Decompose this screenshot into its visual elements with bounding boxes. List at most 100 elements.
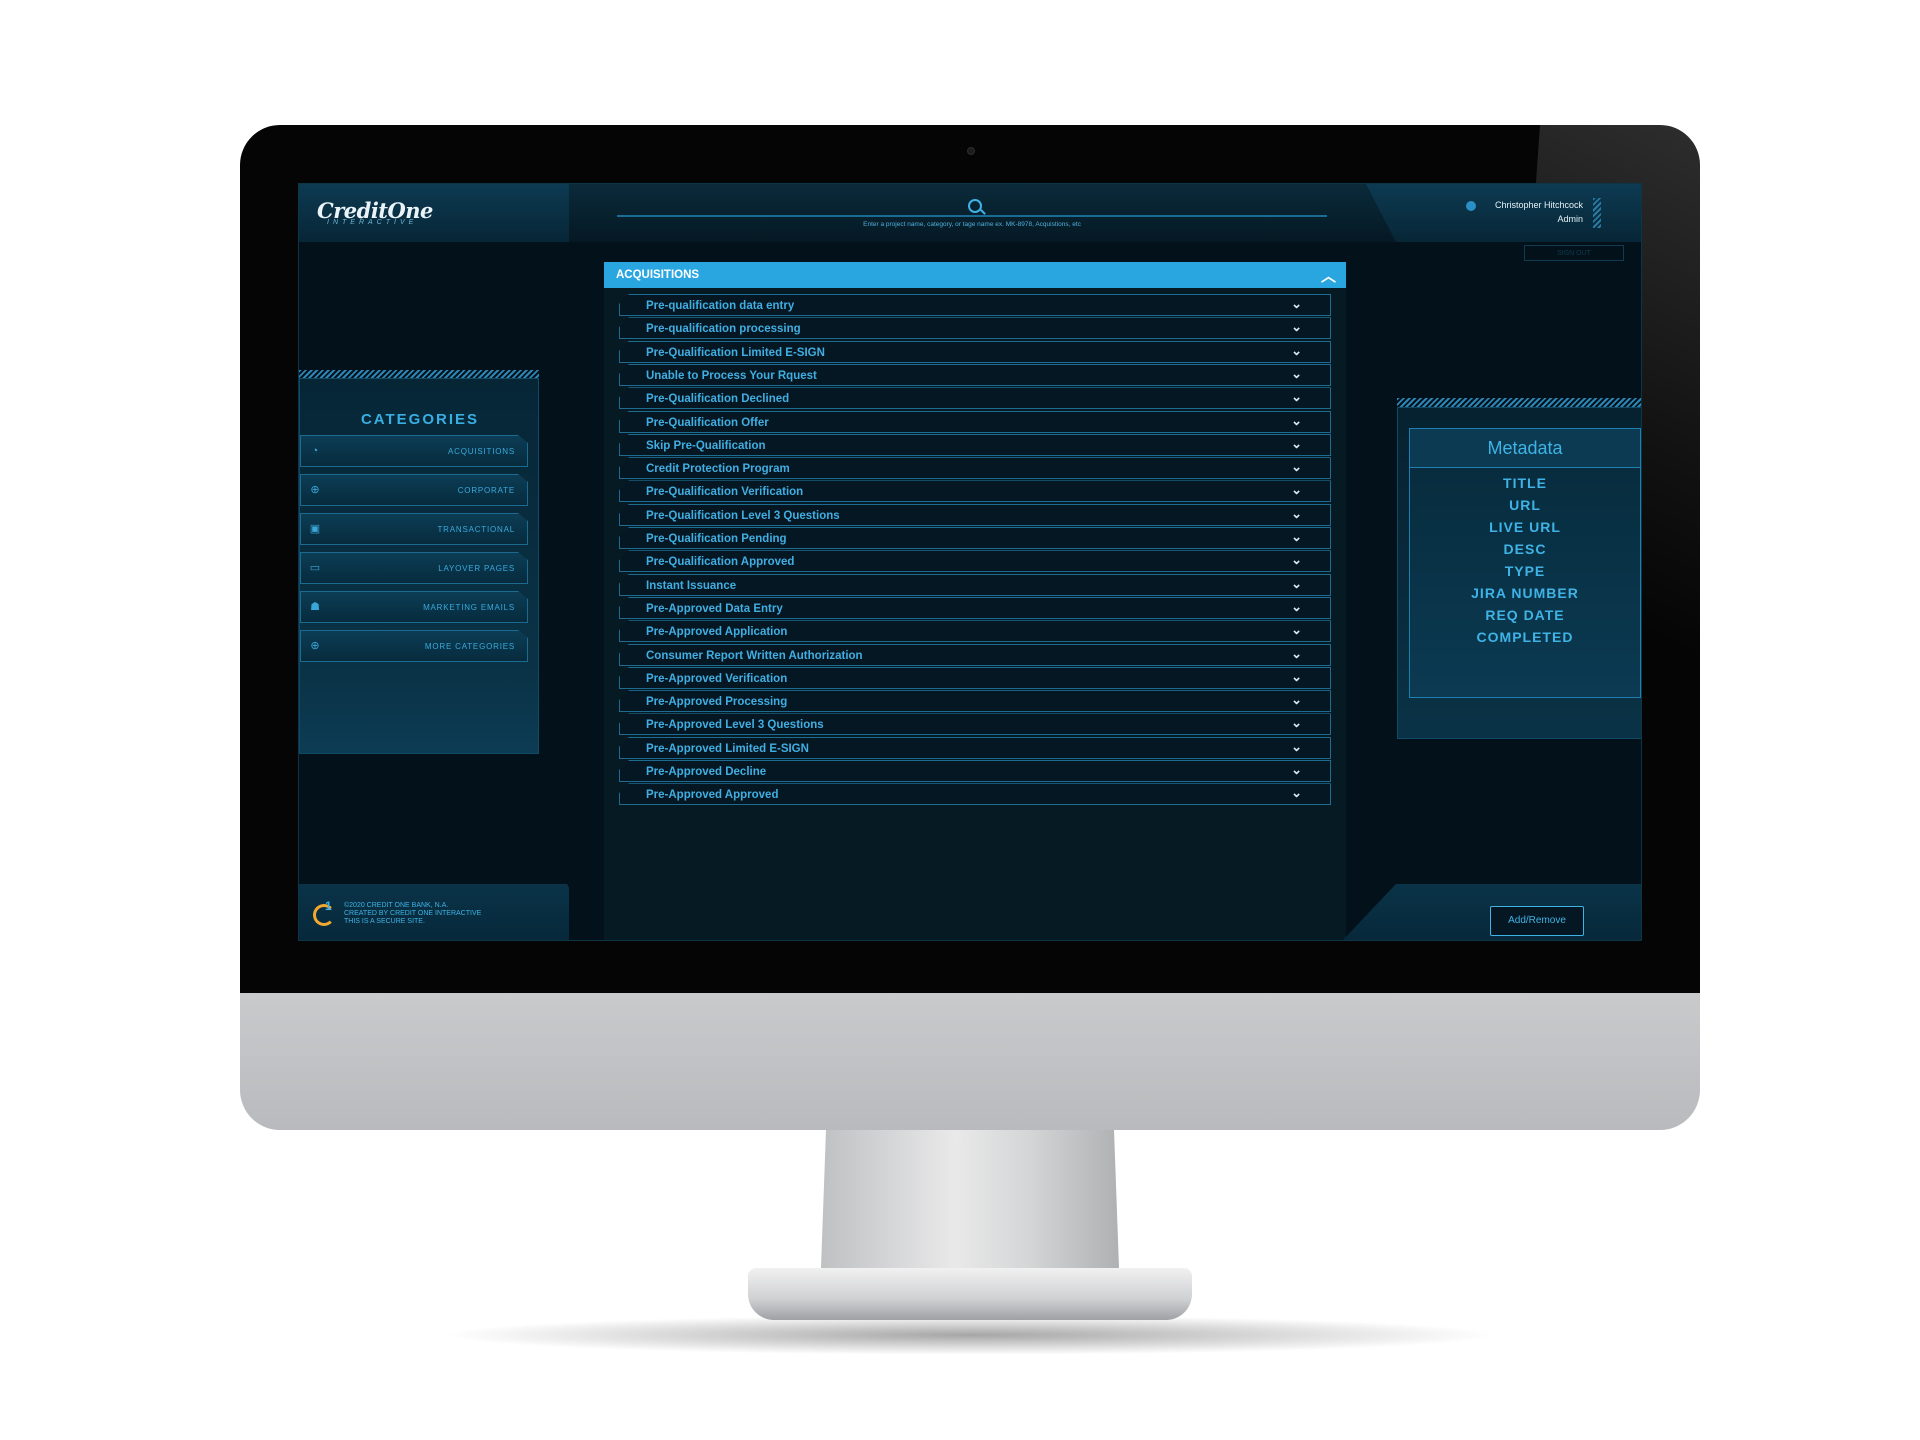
chevron-down-icon[interactable]: ⌄ [1291,319,1302,335]
accordion-row-label: Pre-Qualification Approved [646,556,795,569]
category-label: TRANSACTIONAL [437,525,515,534]
chevron-down-icon[interactable]: ⌄ [1291,785,1302,801]
hatch-decoration [1397,398,1641,407]
accordion-row-label: Pre-qualification processing [646,323,801,336]
chevron-down-icon[interactable]: ⌄ [1291,715,1302,731]
search-input[interactable] [617,215,1327,217]
accordion-row[interactable]: Pre-Qualification Level 3 Questions ⌄ [619,503,1331,526]
accordion-row[interactable]: Pre-Approved Decline ⌄ [619,760,1331,782]
accordion-row[interactable]: Pre-Qualification Declined ⌄ [619,387,1331,410]
footer-left-panel: 1 ©2020 CREDIT ONE BANK, N.A. CREATED BY… [299,884,569,940]
plus-circle-icon: ⊕ [310,640,320,652]
chevron-down-icon[interactable]: ⌄ [1291,389,1302,405]
category-more[interactable]: ⊕ MORE CATEGORIES [300,630,528,662]
main-panel: ACQUISITIONS ︿ Pre-qualification data en… [604,262,1346,940]
chevron-down-icon[interactable]: ⌄ [1291,646,1302,662]
chevron-down-icon[interactable]: ⌄ [1291,692,1302,708]
add-remove-button[interactable]: Add/Remove [1490,906,1584,936]
chevron-down-icon[interactable]: ⌄ [1291,343,1302,359]
chevron-down-icon[interactable]: ⌄ [1291,482,1302,498]
chevron-down-icon[interactable]: ⌄ [1291,576,1302,592]
monitor-chin [240,993,1700,1130]
chevron-down-icon[interactable]: ⌄ [1291,739,1302,755]
chevron-down-icon[interactable]: ⌄ [1291,669,1302,685]
metadata-field-desc[interactable]: DESC [1410,541,1640,557]
accordion-row[interactable]: Pre-Qualification Verification ⌄ [619,480,1331,503]
card-icon: ▭ [309,562,321,574]
accordion-row-label: Unable to Process Your Rquest [646,369,817,382]
category-label: CORPORATE [457,486,515,495]
accordion-row[interactable]: Pre-Approved Application ⌄ [619,620,1331,643]
chevron-down-icon[interactable]: ⌄ [1291,366,1302,382]
accordion-row[interactable]: Pre-Approved Data Entry ⌄ [619,596,1331,619]
accordion-row[interactable]: Pre-Qualification Approved ⌄ [619,550,1331,573]
accordion-row[interactable]: Pre-Approved Processing ⌄ [619,690,1331,713]
accordion-row-label: Pre-Qualification Limited E-SIGN [646,346,825,359]
accordion-row-label: Pre-Qualification Pending [646,533,787,545]
accordion-row-label: Pre-Qualification Offer [646,416,769,429]
accordion-row-label: Consumer Report Written Authorization [646,649,863,662]
accordion-row[interactable]: Pre-Qualification Limited E-SIGN ⌄ [619,340,1331,363]
section-title: ACQUISITIONS [616,269,700,281]
logo-subtitle: INTERACTIVE [327,219,418,226]
metadata-box: Metadata TITLE URL LIVE URL DESC TYPE JI… [1409,428,1641,698]
chevron-up-icon[interactable]: ︿ [1321,265,1336,286]
chevron-down-icon[interactable]: ⌄ [1291,762,1302,778]
acquisitions-accordion-header[interactable]: ACQUISITIONS ︿ [604,262,1346,288]
chevron-down-icon[interactable]: ⌄ [1291,552,1302,568]
copyright-text: ©2020 CREDIT ONE BANK, N.A. [344,902,449,909]
metadata-field-type[interactable]: TYPE [1410,563,1640,579]
metadata-field-live-url[interactable]: LIVE URL [1410,519,1640,535]
accordion-row-label: Pre-qualification data entry [646,300,795,312]
bank-icon: ☗ [310,601,320,613]
accordion-row[interactable]: Pre-Approved Verification ⌄ [619,666,1331,689]
chevron-down-icon[interactable]: ⌄ [1291,506,1302,522]
hatch-decoration [299,370,539,378]
user-avatar-icon [1466,201,1476,211]
accordion-row[interactable]: Pre-Approved Level 3 Questions ⌄ [619,713,1331,736]
metadata-field-completed[interactable]: COMPLETED [1410,629,1640,645]
accordion-row[interactable]: Pre-Approved Approved ⌄ [619,783,1331,806]
accordion-row[interactable]: Unable to Process Your Rquest ⌄ [619,363,1331,386]
metadata-field-url[interactable]: URL [1410,497,1640,513]
chevron-down-icon[interactable]: ⌄ [1291,296,1302,312]
accordion-row[interactable]: Credit Protection Program ⌄ [619,457,1331,480]
metadata-field-jira-number[interactable]: JIRA NUMBER [1410,585,1640,601]
chevron-down-icon[interactable]: ⌄ [1291,599,1302,615]
metadata-field-req-date[interactable]: REQ DATE [1410,607,1640,623]
chevron-down-icon[interactable]: ⌄ [1291,413,1302,429]
creditone-badge-letter: 1 [325,899,332,913]
accordion-row-label: Skip Pre-Qualification [646,439,766,452]
category-transactional[interactable]: ▣ TRANSACTIONAL [300,513,528,545]
chevron-down-icon[interactable]: ⌄ [1291,436,1302,452]
categories-title: CATEGORIES [360,411,480,428]
category-layover-pages[interactable]: ▭ LAYOVER PAGES [300,552,528,584]
chevron-down-icon[interactable]: ⌄ [1291,622,1302,638]
accordion-row[interactable]: Skip Pre-Qualification ⌄ [619,433,1331,456]
category-acquisitions[interactable]: ◔ ACQUISITIONS [300,435,528,467]
metadata-field-title[interactable]: TITLE [1410,475,1640,491]
accordion-row[interactable]: Pre-qualification processing ⌄ [619,317,1331,340]
chevron-down-icon[interactable]: ⌄ [1291,529,1302,545]
briefcase-icon: ▣ [309,523,321,535]
accordion-row-label: Pre-Qualification Verification [646,486,804,499]
sign-out-button[interactable]: SIGN OUT [1524,245,1624,261]
accordion-row-label: Pre-Approved Verification [646,672,788,685]
accordion-row[interactable]: Instant Issuance ⌄ [619,573,1331,596]
stand-shadow [440,1315,1500,1355]
category-label: LAYOVER PAGES [438,564,515,573]
category-corporate[interactable]: ⊕ CORPORATE [300,474,528,506]
accordion-row-label: Pre-Qualification Declined [646,393,790,406]
user-role: Admin [1557,214,1583,224]
search-placeholder[interactable]: Enter a project name, category, or tage … [617,221,1327,228]
accordion-row[interactable]: Pre-Qualification Offer ⌄ [619,410,1331,433]
accordion-row-label: Pre-Approved Data Entry [646,602,783,615]
accordion-row[interactable]: Pre-Qualification Pending ⌄ [619,527,1331,549]
search-icon[interactable] [968,199,982,213]
category-label: MORE CATEGORIES [424,642,515,651]
chevron-down-icon[interactable]: ⌄ [1291,459,1302,475]
accordion-row[interactable]: Pre-qualification data entry ⌄ [619,294,1331,316]
accordion-row[interactable]: Pre-Approved Limited E-SIGN ⌄ [619,736,1331,759]
category-marketing-emails[interactable]: ☗ MARKETING EMAILS [300,591,528,623]
accordion-row[interactable]: Consumer Report Written Authorization ⌄ [619,643,1331,666]
